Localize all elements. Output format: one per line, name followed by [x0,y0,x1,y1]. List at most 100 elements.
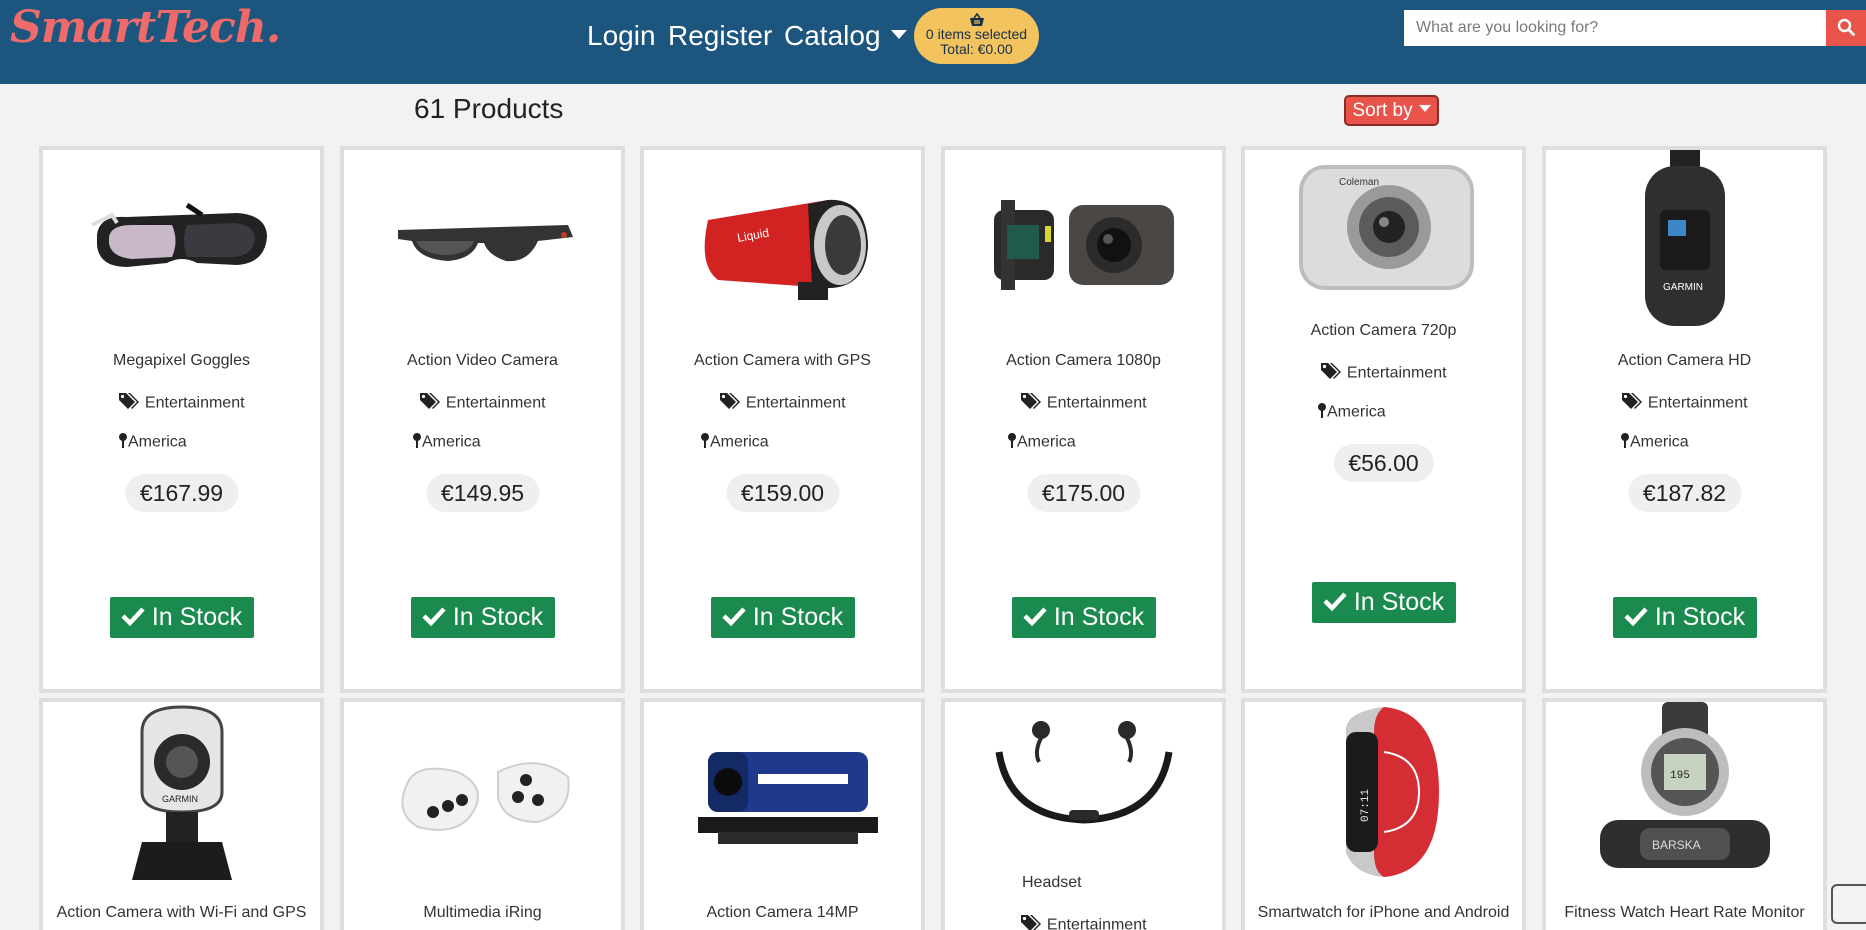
product-location: America [43,432,320,453]
search-input[interactable] [1404,10,1826,46]
headset-image [945,702,1222,842]
product-name[interactable]: Multimedia iRing [344,904,621,922]
map-pin-icon [700,432,710,453]
product-name[interactable]: Action Camera with Wi-Fi and GPS [43,904,320,922]
basket-icon [914,12,1039,27]
product-card[interactable]: GARMIN Action Camera with Wi-Fi and GPS [39,698,324,930]
stock-label: In Stock [1053,603,1145,631]
category-label: Entertainment [1046,916,1147,930]
product-price: €187.82 [1627,474,1742,512]
tags-icon [1320,362,1342,385]
goggles-image [43,150,320,330]
svg-text:07:11: 07:11 [1360,789,1372,822]
product-card[interactable]: Action Video Camera Entertainment Americ… [340,146,625,693]
location-label: America [1327,403,1386,421]
smartwatch-image: 07:11 [1245,702,1522,882]
product-card[interactable]: Liquid Action Camera with GPS Entertainm… [640,146,925,693]
product-name[interactable]: Action Camera 720p [1245,322,1522,340]
product-location: America [644,432,921,453]
register-link[interactable]: Register [668,20,772,52]
product-card[interactable]: GARMIN Action Camera HD Entertainment Am… [1542,146,1827,693]
map-pin-icon [1007,432,1017,453]
stock-label: In Stock [1654,603,1746,631]
stock-label: In Stock [752,603,844,631]
blue-action-camera-image [644,702,921,882]
product-count: 61 Products [414,93,564,124]
product-category: Entertainment [1546,392,1823,415]
product-category: Entertainment [1245,362,1522,385]
product-card[interactable]: Megapixel Goggles Entertainment America … [39,146,324,693]
top-navbar: SmartTech. Login Register Catalog 0 item… [0,0,1866,84]
search-button[interactable] [1826,10,1866,46]
sort-label: Sort by [1352,100,1413,121]
product-card[interactable]: Action Camera 14MP [640,698,925,930]
silver-camera-image: Coleman [1245,150,1522,300]
map-pin-icon [1620,432,1630,453]
svg-text:GARMIN: GARMIN [1663,282,1703,293]
stock-label: In Stock [452,603,544,631]
in-stock-badge: In Stock [1311,582,1456,624]
product-location: America [945,432,1222,453]
product-category: Entertainment [945,392,1222,415]
product-name[interactable]: Smartwatch for iPhone and Android [1245,904,1522,922]
catalog-dropdown[interactable]: Catalog [784,20,907,52]
chevron-down-icon [1418,105,1431,113]
product-card[interactable]: Multimedia iRing [340,698,625,930]
red-action-camera-image: Liquid [644,150,921,330]
product-name[interactable]: Action Camera HD [1546,352,1823,370]
in-stock-badge: In Stock [1011,597,1156,639]
tags-icon [118,392,140,415]
product-location: America [1245,402,1522,423]
category-label: Entertainment [1346,364,1447,382]
product-name[interactable]: Megapixel Goggles [43,352,320,370]
search-icon [1837,18,1855,39]
stock-label: In Stock [1353,588,1445,616]
category-label: Entertainment [1647,394,1748,412]
catalog-label: Catalog [784,20,881,51]
in-stock-badge: In Stock [1612,597,1757,638]
stock-label: In Stock [151,603,243,631]
location-label: America [1017,433,1076,451]
brand-logo[interactable]: SmartTech. [10,2,281,53]
product-card[interactable]: Action Camera 1080p Entertainment Americ… [941,146,1226,693]
sort-dropdown[interactable]: Sort by [1344,95,1439,126]
map-pin-icon [412,432,422,453]
product-price: €175.00 [1026,474,1141,512]
svg-text:GARMIN: GARMIN [162,794,198,804]
category-label: Entertainment [144,394,245,412]
in-stock-badge: In Stock [410,597,555,639]
product-price: €149.95 [425,474,540,512]
product-category: Entertainment [644,392,921,415]
location-label: America [128,433,187,451]
product-name[interactable]: Action Video Camera [344,352,621,370]
tags-icon [1020,914,1042,930]
product-name[interactable]: Fitness Watch Heart Rate Monitor [1546,904,1823,922]
product-category: Entertainment [43,392,320,415]
location-label: America [1630,433,1689,451]
product-location: America [344,432,621,453]
check-icon [1023,598,1047,639]
product-name[interactable]: Action Camera 14MP [644,904,921,922]
product-card[interactable]: Coleman Action Camera 720p Entertainment… [1241,146,1526,693]
garmin-virb-image: GARMIN [43,702,320,882]
product-name[interactable]: Action Camera with GPS [644,352,921,370]
location-label: America [422,433,481,451]
check-icon [1323,583,1347,624]
product-price: €159.00 [725,474,840,512]
product-card[interactable]: 195 BARSKA Fitness Watch Heart Rate Moni… [1542,698,1827,930]
garmin-camera-image: GARMIN [1546,150,1823,330]
login-link[interactable]: Login [587,20,656,52]
product-category: Entertainment [945,914,1222,930]
product-card[interactable]: Headset Entertainment [941,698,1226,930]
category-label: Entertainment [445,394,546,412]
scroll-to-top-button[interactable] [1831,884,1866,924]
product-card[interactable]: 07:11 Smartwatch for iPhone and Android [1241,698,1526,930]
product-name[interactable]: Action Camera 1080p [945,352,1222,370]
cart-button[interactable]: 0 items selected Total: €0.00 [914,8,1039,64]
check-icon [422,598,446,639]
check-icon [121,598,145,639]
svg-text:195: 195 [1670,770,1690,782]
category-label: Entertainment [1046,394,1147,412]
category-label: Entertainment [745,394,846,412]
product-name[interactable]: Headset [945,874,1222,892]
